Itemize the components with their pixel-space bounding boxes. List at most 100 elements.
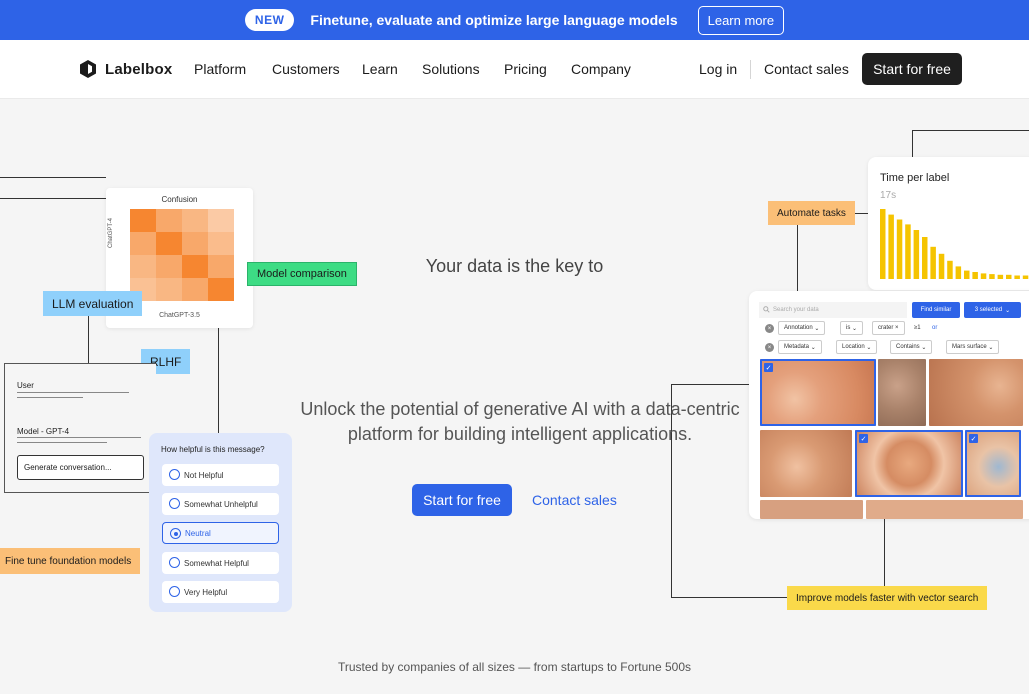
remove-filter-icon[interactable]: × — [765, 343, 774, 352]
connector-line — [0, 177, 106, 178]
nav-divider — [750, 60, 751, 79]
chip-label: Location — [842, 344, 865, 350]
confusion-title: Confusion — [161, 195, 198, 204]
time-per-label-chart — [880, 209, 1029, 279]
nav-company[interactable]: Company — [571, 61, 631, 77]
placeholder-line — [17, 397, 83, 398]
nav-pricing[interactable]: Pricing — [504, 61, 547, 77]
time-bar — [1006, 274, 1012, 279]
chip-label: Mars surface — [952, 344, 987, 350]
filter-contains-chip[interactable]: Contains ⌄ — [890, 340, 933, 354]
option-label: Neutral — [185, 528, 211, 538]
time-bar — [989, 274, 995, 279]
search-input[interactable]: Search your data — [759, 302, 907, 318]
trusted-by-text: Trusted by companies of all sizes — from… — [337, 660, 692, 674]
hero-start-for-free-button[interactable]: Start for free — [412, 484, 512, 516]
nav-platform[interactable]: Platform — [194, 61, 246, 77]
checkbox-checked-icon[interactable]: ✓ — [969, 434, 978, 443]
option-somewhat-helpful[interactable]: Somewhat Helpful — [162, 552, 279, 574]
filter-location-chip[interactable]: Location ⌄ — [836, 340, 878, 354]
start-for-free-button[interactable]: Start for free — [862, 53, 962, 85]
contact-sales-link[interactable]: Contact sales — [764, 61, 849, 77]
nav-learn[interactable]: Learn — [362, 61, 398, 77]
automate-tasks-tag: Automate tasks — [768, 201, 855, 225]
time-bar — [955, 266, 962, 279]
image-tile[interactable] — [866, 500, 1023, 519]
confusion-cell — [182, 209, 208, 232]
image-tile[interactable] — [929, 359, 1023, 426]
time-per-label-card: Time per label 17s — [868, 157, 1029, 290]
filter-crater-chip[interactable]: crater × — [872, 321, 905, 335]
option-not-helpful[interactable]: Not Helpful — [162, 464, 279, 486]
chevron-down-icon: ⌄ — [864, 344, 872, 351]
learn-more-button[interactable]: Learn more — [697, 5, 785, 35]
helpfulness-question: How helpful is this message? — [161, 445, 265, 454]
helpfulness-panel: How helpful is this message? Not Helpful… — [149, 433, 292, 612]
connector-line — [88, 316, 89, 363]
chevron-down-icon: ⌄ — [986, 344, 994, 351]
connector-line — [912, 130, 1029, 131]
time-bar — [964, 270, 970, 279]
radio-icon — [169, 469, 180, 480]
new-badge: NEW — [244, 9, 295, 31]
checkbox-checked-icon[interactable]: ✓ — [764, 363, 773, 372]
chevron-down-icon: ⌄ — [1005, 307, 1011, 314]
time-per-label-value: 17s — [880, 190, 897, 201]
placeholder-line — [17, 437, 141, 438]
time-bar — [888, 214, 894, 279]
time-bar — [1022, 275, 1029, 279]
connector-line — [884, 519, 885, 586]
radio-icon — [169, 498, 180, 509]
filter-count-chip[interactable]: ≥1 — [909, 321, 926, 335]
find-similar-button[interactable]: Find similar — [912, 302, 960, 318]
filter-annotation-chip[interactable]: Annotation ⌄ — [778, 321, 826, 335]
connector-line — [671, 597, 787, 598]
banner-text: Finetune, evaluate and optimize large la… — [310, 12, 678, 28]
filter-metadata-chip[interactable]: Metadata ⌄ — [778, 340, 822, 354]
radio-icon — [169, 557, 180, 568]
image-tile-selected[interactable]: ✓ — [760, 359, 876, 426]
nav-solutions[interactable]: Solutions — [422, 61, 480, 77]
hero-subtitle: Unlock the potential of generative AI wi… — [300, 399, 740, 444]
top-nav: Labelbox Platform Customers Learn Soluti… — [0, 40, 1029, 99]
option-somewhat-unhelpful[interactable]: Somewhat Unhelpful — [162, 493, 279, 515]
remove-filter-icon[interactable]: × — [765, 324, 774, 333]
confusion-cell — [208, 232, 234, 255]
brand-name: Labelbox — [105, 60, 173, 78]
checkbox-checked-icon[interactable]: ✓ — [859, 434, 868, 443]
image-tile[interactable] — [760, 430, 852, 497]
user-label: User — [17, 381, 34, 390]
option-very-helpful[interactable]: Very Helpful — [162, 581, 279, 603]
confusion-ylabel: ChatGPT-4 — [108, 217, 114, 248]
image-tile-selected[interactable]: ✓ — [855, 430, 963, 497]
search-icon — [763, 306, 770, 313]
chip-label: Contains — [896, 344, 920, 350]
close-icon[interactable]: × — [893, 325, 899, 331]
placeholder-line — [17, 442, 107, 443]
image-tile[interactable] — [878, 359, 926, 426]
time-bar — [972, 272, 978, 279]
confusion-cell — [130, 209, 156, 232]
confusion-cell — [182, 278, 208, 301]
chevron-down-icon: ⌄ — [812, 325, 820, 332]
login-link[interactable]: Log in — [699, 61, 737, 77]
time-bar — [930, 246, 936, 279]
filter-or-link[interactable]: or — [927, 321, 942, 335]
time-bar — [980, 273, 987, 279]
option-neutral[interactable]: Neutral — [162, 522, 279, 544]
search-placeholder: Search your data — [773, 307, 819, 313]
option-label: Not Helpful — [184, 470, 224, 480]
generate-conversation-input[interactable]: Generate conversation... — [17, 455, 144, 480]
filter-is-chip[interactable]: is ⌄ — [840, 321, 864, 335]
hero-contact-sales-link[interactable]: Contact sales — [532, 492, 617, 508]
image-tile[interactable] — [760, 500, 863, 519]
image-tile-selected[interactable]: ✓ — [965, 430, 1021, 497]
confusion-grid — [130, 209, 234, 301]
confusion-cell — [130, 232, 156, 255]
nav-customers[interactable]: Customers — [272, 61, 340, 77]
selected-count-dropdown[interactable]: 3 selected ⌄ — [964, 302, 1021, 318]
logo[interactable]: Labelbox — [80, 60, 172, 78]
chat-panel: User Model - GPT-4 Generate conversation… — [4, 363, 156, 493]
selected-count-label: 3 selected — [974, 307, 1003, 313]
filter-mars-surface-chip[interactable]: Mars surface ⌄ — [946, 340, 1000, 354]
